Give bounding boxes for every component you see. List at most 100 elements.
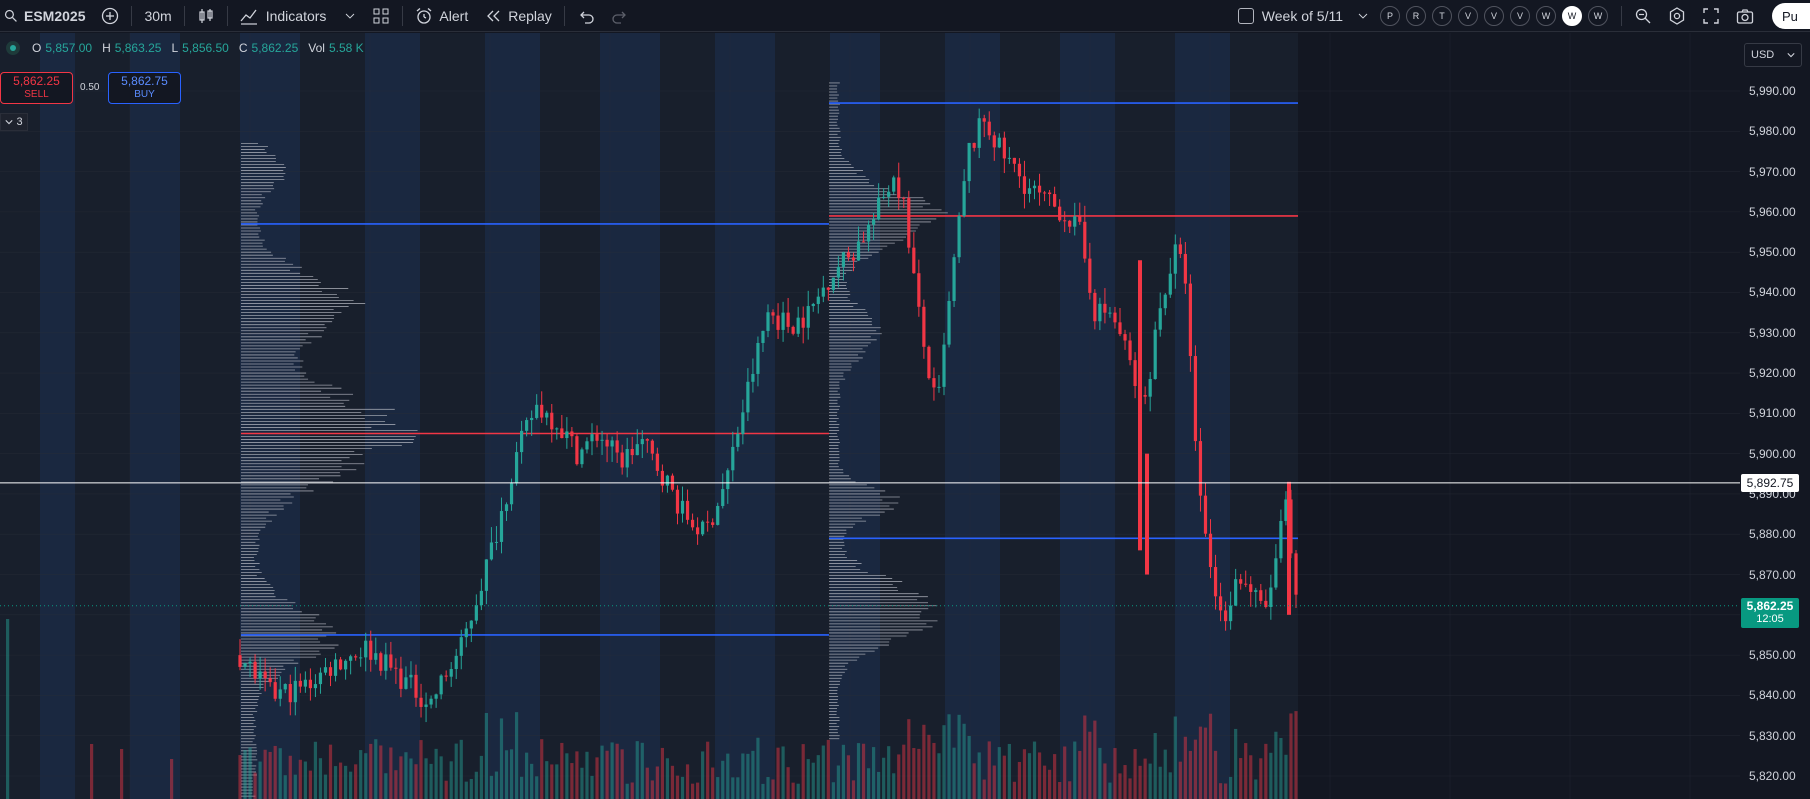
candle-body bbox=[514, 452, 519, 484]
volume-bar bbox=[806, 759, 810, 799]
candle-body bbox=[1053, 194, 1057, 207]
currency-selector[interactable]: USD bbox=[1744, 43, 1802, 67]
interval-button[interactable]: 30m bbox=[136, 0, 179, 32]
candle-body bbox=[1017, 163, 1022, 177]
volume-bar bbox=[635, 741, 639, 799]
candle-body bbox=[786, 312, 790, 327]
candle-body bbox=[877, 197, 881, 220]
fullscreen-button[interactable] bbox=[1694, 0, 1728, 32]
volume-bar bbox=[369, 743, 373, 799]
candle-body bbox=[997, 137, 1001, 148]
sell-button[interactable]: 5,862.25 SELL bbox=[0, 72, 73, 104]
candle-body bbox=[258, 671, 262, 679]
volume-bar bbox=[1269, 752, 1273, 799]
undo-button[interactable] bbox=[569, 0, 603, 32]
candle-body bbox=[1048, 192, 1052, 195]
candle-body bbox=[424, 704, 428, 707]
candle-body bbox=[1032, 185, 1037, 189]
volume-bar bbox=[550, 764, 554, 799]
session-button[interactable]: V bbox=[1510, 6, 1530, 26]
session-band bbox=[420, 33, 485, 799]
volume-bar bbox=[600, 745, 604, 799]
chart-type-button[interactable] bbox=[189, 0, 223, 32]
layouts-button[interactable] bbox=[364, 0, 398, 32]
candle-body bbox=[359, 657, 363, 659]
volume-bar bbox=[771, 779, 775, 799]
candle-body bbox=[575, 436, 579, 465]
volume-bar bbox=[701, 751, 705, 799]
volume-bar bbox=[1274, 731, 1278, 799]
settings-button[interactable] bbox=[1660, 0, 1694, 32]
session-button[interactable]: W bbox=[1588, 6, 1608, 26]
session-button[interactable]: V bbox=[1484, 6, 1504, 26]
candle-body bbox=[1198, 441, 1203, 496]
volume-bar bbox=[1239, 758, 1243, 799]
volume-bar bbox=[776, 747, 780, 799]
indicators-collapse-toggle[interactable]: 3 bbox=[0, 113, 28, 131]
volume-bar bbox=[917, 748, 921, 799]
candle-body bbox=[364, 640, 368, 658]
candle-body bbox=[1274, 558, 1278, 588]
publish-button[interactable]: Pu bbox=[1772, 3, 1810, 29]
volume-bar bbox=[872, 747, 876, 799]
price-tick-label: 5,960.00 bbox=[1749, 204, 1796, 219]
candle-body bbox=[962, 181, 966, 216]
candle-body bbox=[952, 257, 956, 302]
price-tick-label: 5,970.00 bbox=[1749, 164, 1796, 179]
replay-button[interactable]: Replay bbox=[476, 0, 560, 32]
candle-body bbox=[721, 489, 725, 506]
volume-bar bbox=[821, 745, 825, 799]
chart-pane[interactable] bbox=[0, 33, 1740, 799]
alarm-clock-icon bbox=[417, 7, 432, 24]
volume-bar bbox=[947, 714, 951, 799]
magnifier-button[interactable] bbox=[1626, 0, 1660, 32]
magnifier-icon bbox=[1635, 8, 1651, 24]
price-tick-label: 5,950.00 bbox=[1749, 245, 1796, 260]
session-button[interactable]: T bbox=[1432, 6, 1452, 26]
candle-body bbox=[1042, 192, 1047, 194]
volume-bar bbox=[801, 744, 805, 799]
session-button[interactable]: W bbox=[1536, 6, 1556, 26]
top-toolbar: ESM2025 30m Indicators Alert Replay Week… bbox=[0, 0, 1810, 32]
redo-button[interactable] bbox=[603, 0, 637, 32]
session-button[interactable]: P bbox=[1380, 6, 1400, 26]
sell-price: 5,862.25 bbox=[13, 74, 60, 88]
volume-bar bbox=[731, 777, 735, 799]
candle-body bbox=[1012, 157, 1016, 164]
symbol-search[interactable]: ESM2025 bbox=[0, 0, 93, 32]
chevron-down-icon bbox=[346, 13, 355, 19]
session-button[interactable]: W bbox=[1562, 6, 1582, 26]
alert-button[interactable]: Alert bbox=[407, 0, 476, 32]
volume-bar bbox=[243, 750, 247, 799]
session-button[interactable]: V bbox=[1458, 6, 1478, 26]
volume-bar bbox=[288, 755, 292, 799]
week-selector[interactable]: Week of 5/11 bbox=[1230, 0, 1377, 32]
snapshot-button[interactable] bbox=[1728, 0, 1762, 32]
candle-body bbox=[957, 215, 961, 258]
candle-body bbox=[1279, 520, 1283, 559]
volume-bar bbox=[811, 762, 815, 799]
candle-body bbox=[474, 605, 478, 621]
buy-label: BUY bbox=[134, 89, 155, 100]
candle-body bbox=[831, 277, 835, 290]
price-chart[interactable] bbox=[0, 33, 1740, 799]
candle-body bbox=[927, 346, 931, 379]
week-checkbox[interactable] bbox=[1237, 8, 1254, 24]
volume-bar bbox=[1148, 763, 1152, 799]
candle-body bbox=[1163, 294, 1167, 309]
candle-body bbox=[379, 653, 383, 671]
indicators-button[interactable]: Indicators bbox=[232, 0, 365, 32]
volume-bar bbox=[892, 773, 896, 799]
candle-body bbox=[972, 142, 976, 148]
candle-body bbox=[600, 439, 604, 441]
volume-bar bbox=[610, 742, 614, 799]
volume-bar bbox=[494, 771, 499, 799]
buy-button[interactable]: 5,862.75 BUY bbox=[108, 72, 181, 104]
volume-bar bbox=[1138, 765, 1142, 799]
candle-body bbox=[967, 142, 971, 182]
volume-bar bbox=[520, 776, 524, 799]
candle-body bbox=[293, 680, 297, 703]
volume-bar bbox=[545, 761, 549, 799]
compare-symbol-button[interactable] bbox=[93, 0, 127, 32]
session-button[interactable]: R bbox=[1406, 6, 1426, 26]
